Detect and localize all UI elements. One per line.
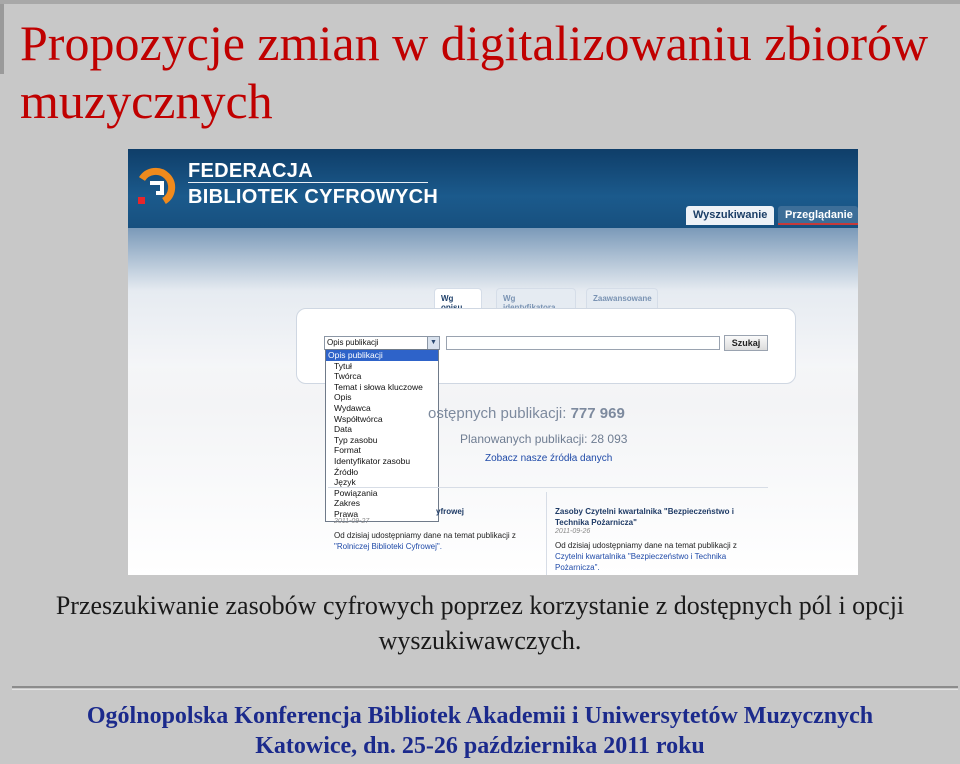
planned-value: 28 093	[590, 432, 628, 446]
dropdown-option[interactable]: Temat i słowa kluczowe	[326, 382, 438, 393]
news-left-text: Od dzisiaj udostępniamy dane na temat pu…	[334, 531, 516, 540]
planned-label: Planowanych publikacji:	[460, 432, 588, 446]
news-left-date: 2011-09-27	[334, 518, 370, 525]
news-right-body: Od dzisiaj udostępniamy dane na temat pu…	[555, 540, 765, 573]
news-left-link[interactable]: "Rolniczej Biblioteki Cyfrowej".	[334, 542, 442, 551]
dropdown-option[interactable]: Źródło	[326, 467, 438, 478]
dropdown-option[interactable]: Twórca	[326, 371, 438, 382]
news-divider	[328, 487, 768, 488]
logo-line-2: BIBLIOTEK CYFROWYCH	[188, 186, 439, 208]
footer-rule-highlight	[12, 689, 958, 690]
chevron-down-icon[interactable]: ▼	[427, 337, 439, 349]
search-field-select[interactable]: Opis publikacji ▼	[324, 336, 440, 350]
news-right-date: 2011-09-26	[555, 528, 591, 535]
search-tab-advanced[interactable]: Zaawansowane	[586, 288, 658, 308]
slide-left-bar	[0, 4, 4, 74]
search-tab-by-description[interactable]: Wg opisu	[434, 288, 482, 312]
dropdown-option[interactable]: Opis publikacji	[326, 350, 438, 361]
news-right-text: Od dzisiaj udostępniamy dane na temat pu…	[555, 541, 737, 550]
available-label: ostępnych publikacji:	[428, 405, 567, 422]
search-tab-by-identifier[interactable]: Wg identyfikatora	[496, 288, 576, 312]
dropdown-option[interactable]: Powiązania	[326, 488, 438, 499]
footer-date: Katowice, dn. 25-26 października 2011 ro…	[255, 733, 705, 759]
nav-tab-browse[interactable]: Przeglądanie	[778, 206, 858, 225]
dropdown-option[interactable]: Tytuł	[326, 361, 438, 372]
sources-link[interactable]: Zobacz nasze źródła danych	[485, 453, 612, 464]
available-value: 777 969	[570, 405, 625, 422]
nav-tab-search[interactable]: Wyszukiwanie	[686, 206, 774, 225]
search-button[interactable]: Szukaj	[724, 335, 768, 351]
dropdown-option[interactable]: Typ zasobu	[326, 435, 438, 446]
news-left-body: Od dzisiaj udostępniamy dane na temat pu…	[334, 530, 544, 552]
dropdown-option[interactable]: Identyfikator zasobu	[326, 456, 438, 467]
news-right-link[interactable]: Czytelni kwartalnika "Bezpieczeństwo i T…	[555, 552, 726, 572]
footer-conference: Ogólnopolska Konferencja Bibliotek Akade…	[86, 703, 874, 729]
slide-top-bar	[0, 0, 960, 4]
fbc-logo-icon	[138, 167, 176, 204]
news-column-divider	[546, 492, 547, 575]
dropdown-option[interactable]: Data	[326, 424, 438, 435]
news-left-title[interactable]: yfrowej	[436, 507, 464, 516]
footer-rule	[12, 686, 958, 688]
dropdown-option[interactable]: Wydawca	[326, 403, 438, 414]
available-publications: ostępnych publikacji: 777 969	[428, 405, 625, 422]
slide-title: Propozycje zmian w digitalizowaniu zbior…	[20, 15, 929, 129]
search-field-dropdown: Opis publikacji Tytuł Twórca Temat i sło…	[325, 349, 439, 522]
logo-line-1: FEDERACJA	[188, 160, 313, 182]
slide-caption: Przeszukiwanie zasobów cyfrowych poprzez…	[55, 591, 905, 655]
dropdown-option[interactable]: Opis	[326, 392, 438, 403]
news-right-title[interactable]: Zasoby Czytelni kwartalnika "Bezpieczeńs…	[555, 506, 755, 528]
dropdown-option[interactable]: Format	[326, 445, 438, 456]
logo-divider	[188, 182, 428, 183]
dropdown-option[interactable]: Współtwórca	[326, 414, 438, 425]
dropdown-option[interactable]: Zakres	[326, 498, 438, 509]
website-screenshot: FEDERACJA BIBLIOTEK CYFROWYCH Wyszukiwan…	[128, 149, 858, 575]
planned-publications: Planowanych publikacji: 28 093	[460, 432, 627, 446]
select-value: Opis publikacji	[327, 338, 379, 347]
search-input[interactable]	[446, 336, 720, 350]
